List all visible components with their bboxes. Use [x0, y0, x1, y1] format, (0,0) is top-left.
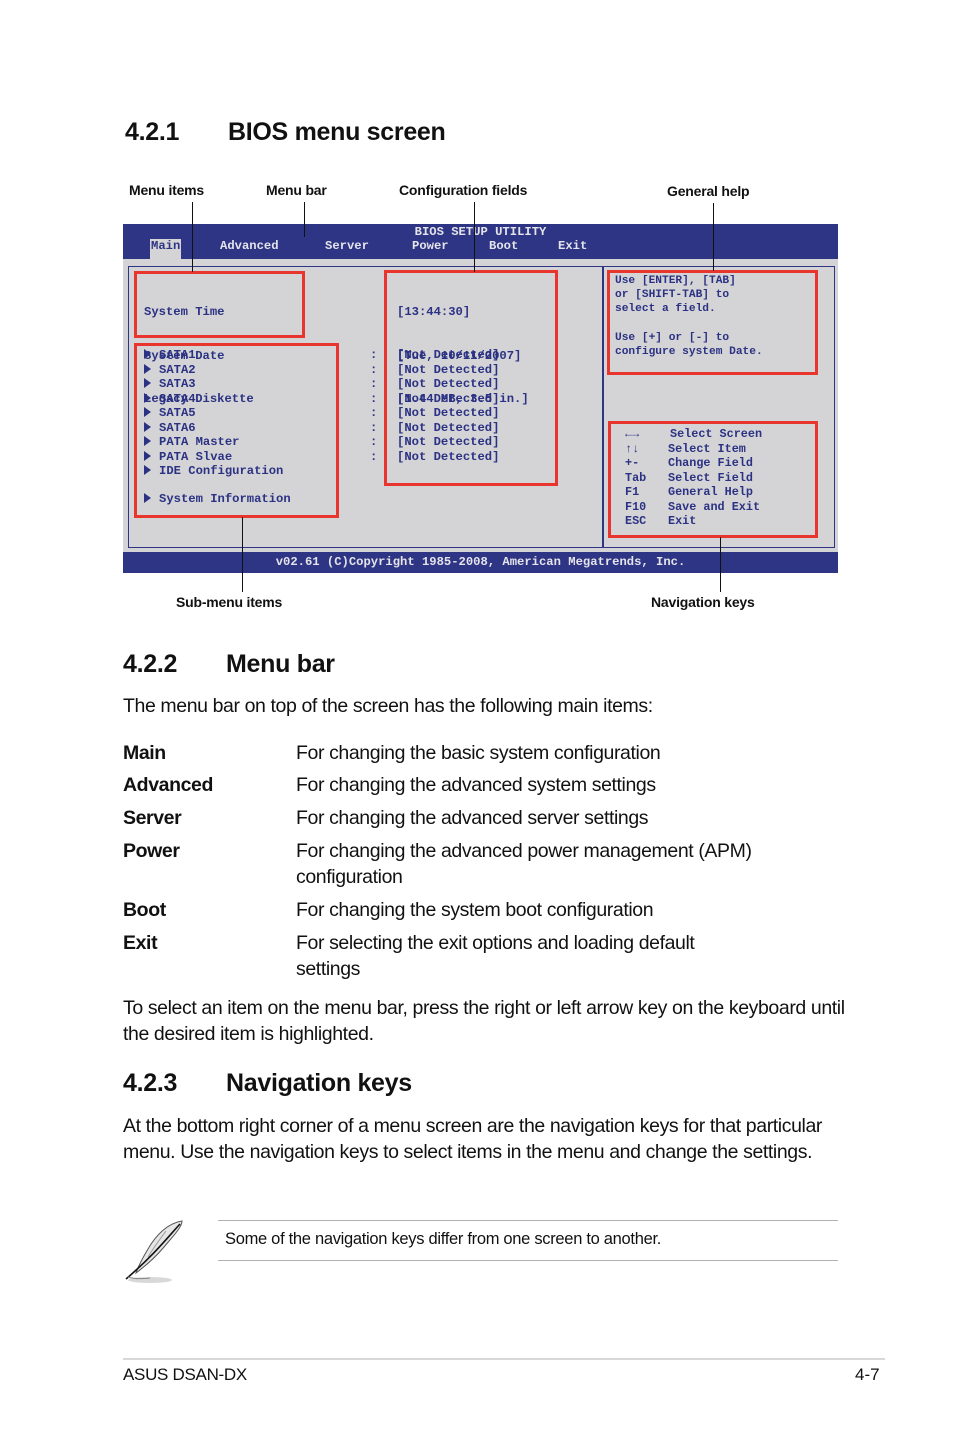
bios-menu-exit[interactable]: Exit	[557, 239, 588, 253]
submenu-separator: :	[370, 406, 378, 420]
bios-status-bar: v02.61 (C)Copyright 1985-2008, American …	[123, 552, 838, 573]
menu-bar-intro: The menu bar on top of the screen has th…	[123, 695, 653, 717]
desc-advanced: For changing the advanced system setting…	[296, 774, 656, 796]
term-main: Main	[123, 742, 166, 764]
section-title: Menu bar	[226, 650, 335, 678]
leader-menu-bar	[304, 202, 305, 237]
highlight-config-fields	[384, 270, 558, 486]
desc-power: For changing the advanced power manageme…	[296, 840, 752, 888]
footer-product: ASUS DSAN-DX	[123, 1365, 247, 1384]
desc-boot: For changing the system boot configurati…	[296, 899, 654, 921]
desc-server: For changing the advanced server setting…	[296, 807, 649, 829]
leader-menu-items	[192, 202, 193, 272]
submenu-separator: :	[370, 362, 378, 377]
section-number: 4.2.3	[123, 1069, 178, 1097]
bios-menu-boot[interactable]: Boot	[488, 239, 519, 253]
submenu-separator: :	[370, 348, 378, 362]
leader-general-help	[713, 203, 714, 271]
callout-menu-bar: Menu bar	[266, 182, 327, 198]
note-top-rule	[218, 1220, 838, 1221]
section-title: Navigation keys	[226, 1069, 412, 1097]
submenu-separator: :	[370, 449, 378, 464]
callout-sub-menu-items: Sub-menu items	[176, 594, 283, 610]
callout-config-fields: Configuration fields	[399, 182, 528, 198]
highlight-general-help	[607, 270, 818, 375]
bios-copyright: v02.61 (C)Copyright 1985-2008, American …	[275, 555, 686, 569]
note-bottom-rule	[218, 1260, 838, 1261]
leader-config-fields	[474, 202, 475, 272]
section-title: BIOS menu screen	[228, 118, 446, 146]
leader-navigation-keys	[720, 537, 721, 592]
term-boot: Boot	[123, 899, 166, 921]
section-heading-4-2-3: 4.2.3 Navigation keys	[123, 1069, 623, 1101]
desc-exit: For selecting the exit options and loadi…	[296, 932, 695, 980]
section-number: 4.2.2	[123, 650, 178, 678]
callout-navigation-keys: Navigation keys	[651, 594, 755, 610]
bios-menu-advanced[interactable]: Advanced	[219, 239, 280, 253]
callout-general-help: General help	[667, 183, 750, 199]
footer-rule	[123, 1358, 885, 1360]
term-power: Power	[123, 840, 180, 862]
bios-menu-main[interactable]: Main	[150, 239, 182, 259]
leader-submenu-items	[242, 517, 243, 592]
footer-page-number: 4-7	[855, 1365, 880, 1384]
term-server: Server	[123, 807, 182, 829]
submenu-separator: :	[370, 420, 378, 435]
bios-menu-server[interactable]: Server	[324, 239, 370, 253]
highlight-menu-items	[134, 271, 305, 338]
section-number: 4.2.1	[125, 118, 180, 146]
section-heading-4-2-1: 4.2.1 BIOS menu screen	[125, 118, 625, 150]
feather-pen-icon	[120, 1217, 190, 1287]
highlight-navigation-keys	[608, 421, 818, 538]
bios-menu-bar: BIOS SETUP UTILITY Main Advanced Server …	[123, 224, 838, 259]
bios-menu-power[interactable]: Power	[411, 239, 450, 253]
navigation-keys-body: At the bottom right corner of a menu scr…	[123, 1115, 823, 1163]
desc-main: For changing the basic system configurat…	[296, 742, 661, 764]
callout-menu-items: Menu items	[129, 182, 205, 198]
bios-screenshot: BIOS SETUP UTILITY Main Advanced Server …	[123, 224, 838, 573]
submenu-separator: :	[370, 377, 378, 391]
menu-bar-outro: To select an item on the menu bar, press…	[123, 997, 845, 1045]
submenu-separator: :	[370, 391, 378, 406]
term-exit: Exit	[123, 932, 158, 954]
bios-title: BIOS SETUP UTILITY	[414, 225, 547, 239]
section-heading-4-2-2: 4.2.2 Menu bar	[123, 650, 623, 682]
note-text: Some of the navigation keys differ from …	[225, 1230, 662, 1248]
submenu-separator: :	[370, 435, 378, 449]
highlight-submenu-items	[134, 343, 339, 518]
term-advanced: Advanced	[123, 774, 213, 796]
